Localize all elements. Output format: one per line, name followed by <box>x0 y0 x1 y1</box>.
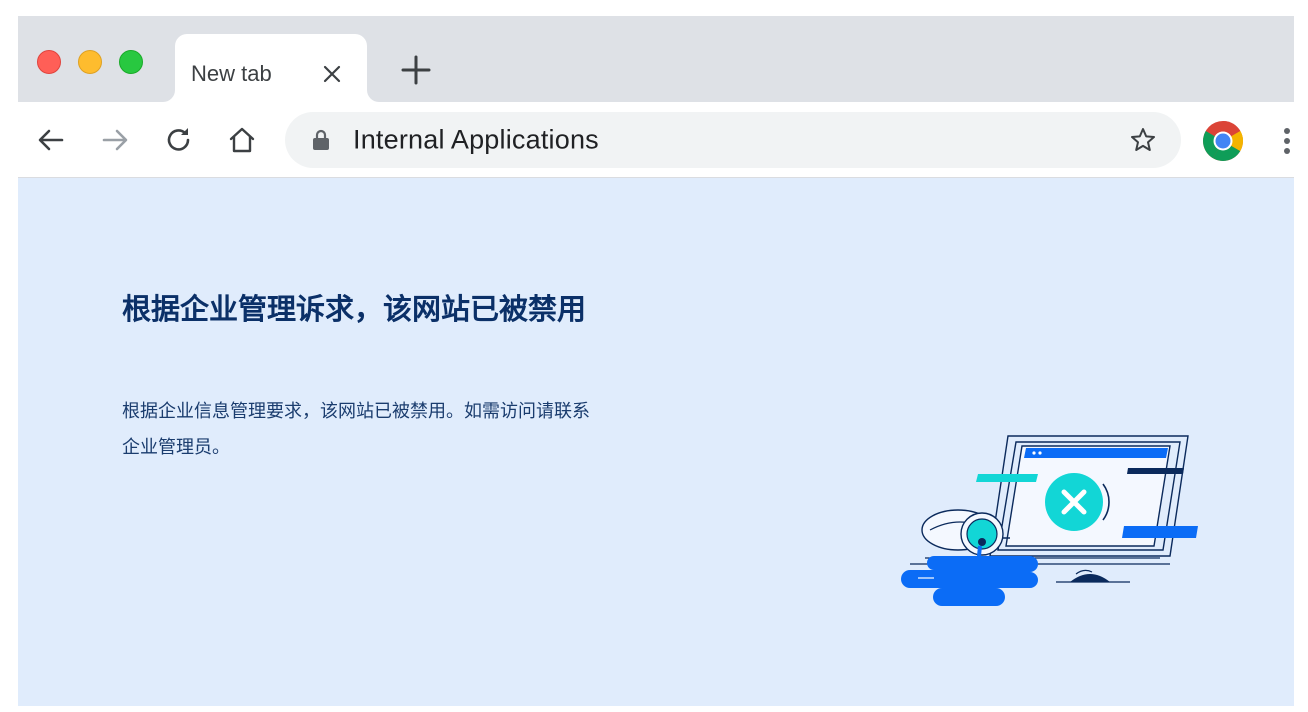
back-arrow-icon[interactable] <box>35 124 67 156</box>
browser-toolbar: Internal Applications <box>18 102 1294 178</box>
close-window-button[interactable] <box>37 50 61 74</box>
more-vert-icon[interactable] <box>1280 126 1294 156</box>
close-icon[interactable] <box>320 62 344 86</box>
blocked-site-illustration <box>901 435 1198 606</box>
page-title: 根据企业管理诉求，该网站已被禁用 <box>122 292 587 326</box>
blocked-page: 根据企业管理诉求，该网站已被禁用 根据企业信息管理要求，该网站已被禁用。如需访问… <box>18 178 1294 706</box>
chrome-logo-icon[interactable] <box>1202 120 1244 162</box>
tab-title: New tab <box>191 61 272 86</box>
reload-icon[interactable] <box>163 124 195 156</box>
blocked-message: 根据企业信息管理要求，该网站已被禁用。如需访问请联系企业管理员。 <box>122 401 590 458</box>
address-bar[interactable]: Internal Applications <box>285 112 1181 168</box>
star-icon[interactable] <box>1129 126 1157 154</box>
plus-icon[interactable] <box>400 54 432 86</box>
minimize-window-button[interactable] <box>78 50 102 74</box>
lock-icon[interactable] <box>309 128 333 152</box>
browser-window: New tab Internal Applications 根据企业管理诉求，该… <box>18 16 1294 706</box>
tab-new-tab[interactable]: New tab <box>175 34 367 102</box>
address-text[interactable]: Internal Applications <box>353 125 599 156</box>
maximize-window-button[interactable] <box>119 50 143 74</box>
forward-arrow-icon[interactable] <box>99 124 131 156</box>
home-icon[interactable] <box>226 124 258 156</box>
tab-strip: New tab <box>18 16 1294 102</box>
